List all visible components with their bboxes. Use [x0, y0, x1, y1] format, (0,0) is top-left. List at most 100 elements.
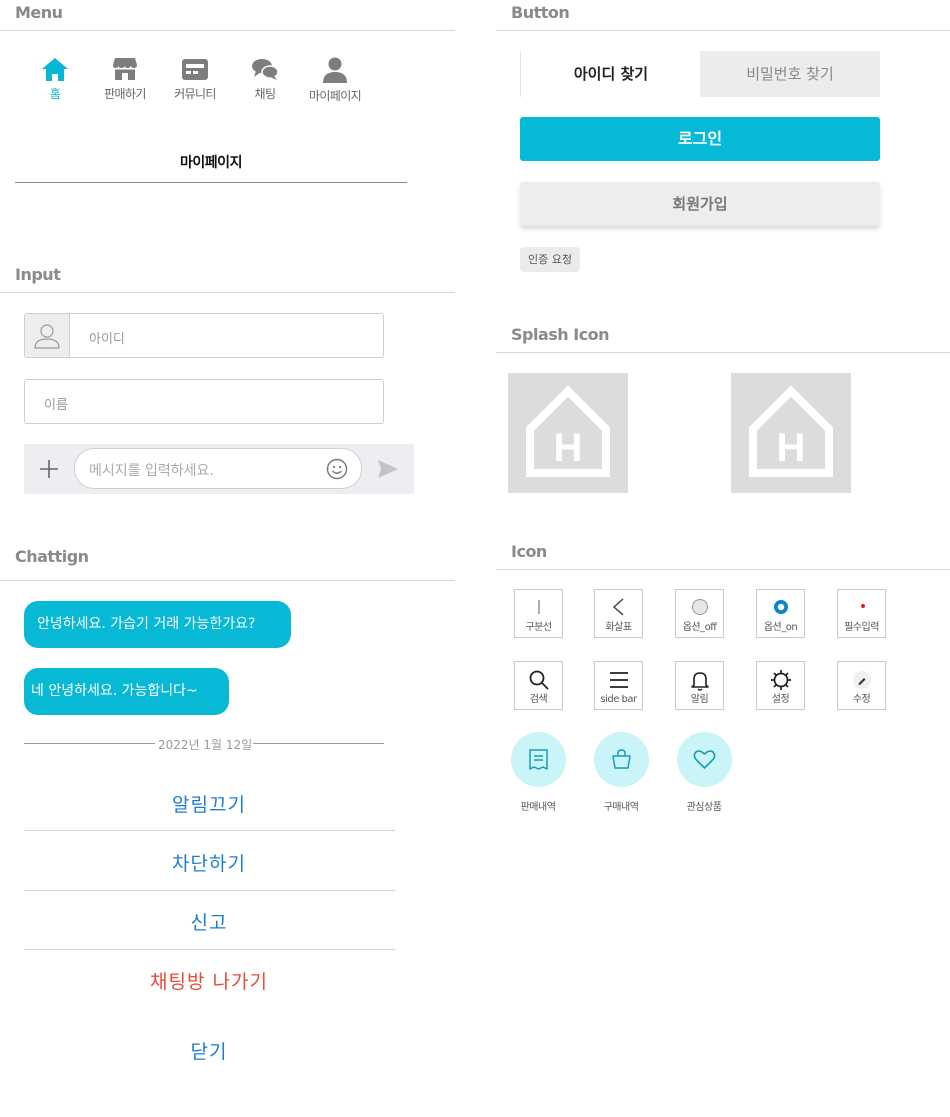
store-icon [113, 58, 137, 80]
section-title-input: Input [15, 265, 61, 284]
icon-label: 관심상품 [686, 802, 722, 813]
icon-label: 구매내역 [603, 802, 639, 813]
section-title-splash: Splash Icon [511, 325, 610, 344]
mute-notifications-button[interactable]: 알림끄기 [24, 790, 394, 817]
divider [24, 890, 395, 891]
chat-icon [252, 59, 279, 80]
radio-on-icon [773, 600, 788, 614]
receipt-icon [529, 749, 548, 770]
menu-item-label: 채팅 [254, 87, 276, 101]
required-dot-icon [860, 604, 865, 608]
message-composer: 메시지를 입력하세요. [24, 444, 414, 494]
id-field-icon-box [25, 314, 70, 357]
chat-date: 2022년 1월 12일 [158, 738, 253, 752]
heart-icon [693, 750, 716, 769]
tab-find-id[interactable]: 아이디 찾기 [521, 51, 701, 97]
icon-label: 판매내역 [520, 802, 556, 813]
leave-chatroom-button[interactable]: 채팅방 나가기 [24, 967, 394, 994]
icon-label: 알림 [690, 694, 709, 705]
menu-item-label: 판매하기 [104, 87, 146, 101]
id-field[interactable]: 아이디 [24, 313, 384, 358]
menu-item-label: 마이페이지 [308, 89, 362, 103]
radio-off-icon [691, 599, 708, 615]
option-off-icon-cell[interactable]: 옵션_off [675, 589, 724, 638]
user-outline-icon [34, 324, 60, 349]
icon-label: 옵션_on [763, 622, 798, 633]
login-button[interactable]: 로그인 [520, 117, 880, 161]
menu-item-label: 커뮤니티 [174, 87, 216, 101]
notification-icon-cell[interactable]: 알림 [675, 661, 724, 710]
splash-icon: H [508, 373, 628, 493]
sales-history-button[interactable] [511, 732, 566, 787]
icon-label: 구분선 [525, 622, 552, 633]
search-icon-cell[interactable]: 검색 [514, 661, 563, 710]
section-title-button: Button [511, 3, 570, 22]
splash-letter: H [777, 426, 806, 470]
house-logo-icon: H [749, 385, 833, 477]
divider [24, 830, 395, 831]
icon-label: 수정 [852, 694, 871, 705]
purchase-history-button[interactable] [594, 732, 649, 787]
page-header-title: 마이페이지 [180, 155, 242, 171]
section-title-chatting: Chattign [15, 547, 89, 566]
house-logo-icon: H [526, 385, 610, 477]
user-icon [323, 57, 347, 83]
menu-item-mypage[interactable]: 마이페이지 [300, 56, 370, 104]
divider [496, 569, 950, 570]
name-placeholder: 이름 [44, 398, 68, 413]
option-on-icon-cell[interactable]: 옵션_on [756, 589, 805, 638]
message-placeholder: 메시지를 입력하세요. [89, 463, 214, 479]
icon-label: 옵션_off [682, 622, 717, 633]
hamburger-menu-icon [609, 672, 628, 688]
block-button[interactable]: 차단하기 [24, 849, 394, 876]
date-divider-line [253, 743, 384, 744]
send-icon[interactable] [376, 458, 400, 480]
wishlist-button[interactable] [677, 732, 732, 787]
report-button[interactable]: 신고 [24, 908, 394, 935]
icon-label: 설정 [771, 694, 790, 705]
section-title-menu: Menu [15, 3, 63, 22]
edit-icon-cell[interactable]: 수정 [837, 661, 886, 710]
divider [0, 30, 455, 31]
menu-item-sell[interactable]: 판매하기 [90, 56, 160, 102]
plus-icon[interactable] [38, 458, 60, 480]
arrow-left-icon [612, 598, 623, 616]
menu-item-community[interactable]: 커뮤니티 [160, 56, 230, 102]
settings-icon-cell[interactable]: 설정 [756, 661, 805, 710]
message-input[interactable]: 메시지를 입력하세요. [74, 448, 362, 489]
divider [0, 580, 455, 581]
chat-bubble: 네 안녕하세요. 가능합니다~ [24, 668, 229, 715]
divider-icon [537, 600, 540, 614]
tab-find-password[interactable]: 비밀번호 찾기 [700, 51, 880, 97]
emoji-icon[interactable] [326, 458, 348, 480]
icon-label: side bar [600, 694, 637, 705]
date-divider-line [24, 743, 155, 744]
bell-icon [690, 672, 709, 691]
gear-icon [770, 670, 791, 690]
arrow-icon-cell[interactable]: 화살표 [594, 589, 643, 638]
name-field[interactable]: 이름 [24, 379, 384, 424]
divider-icon-cell: 구분선 [514, 589, 563, 638]
id-placeholder: 아이디 [89, 332, 125, 347]
section-title-icon: Icon [511, 542, 547, 561]
icon-label: 검색 [529, 694, 548, 705]
close-button[interactable]: 닫기 [24, 1037, 394, 1064]
splash-icon: H [731, 373, 851, 493]
divider [0, 292, 455, 293]
divider [496, 352, 950, 353]
pencil-icon [852, 671, 871, 689]
required-icon-cell: 필수입력 [837, 589, 886, 638]
splash-letter: H [554, 426, 583, 470]
divider [24, 949, 395, 950]
verify-request-button[interactable]: 인증 요청 [520, 247, 580, 272]
search-icon [529, 670, 549, 690]
chat-bubble: 안녕하세요. 가습기 거래 가능한가요? [24, 601, 291, 648]
divider [496, 30, 950, 31]
sidebar-icon-cell[interactable]: side bar [594, 661, 643, 710]
menu-item-chat[interactable]: 채팅 [230, 56, 300, 102]
menu-item-label: 홈 [49, 87, 61, 101]
menu-item-home[interactable]: 홈 [20, 56, 90, 102]
home-icon [42, 58, 68, 81]
page-header-underline [15, 182, 407, 183]
signup-button[interactable]: 회원가입 [520, 182, 880, 226]
